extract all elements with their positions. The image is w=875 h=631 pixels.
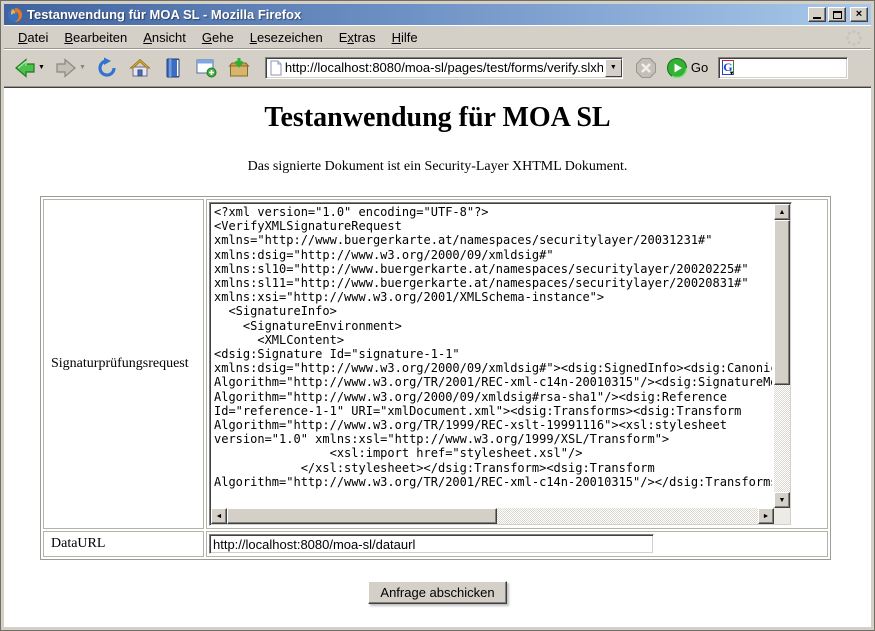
back-dropdown-icon[interactable]: ▼: [38, 64, 45, 71]
back-icon: [13, 56, 37, 80]
search-box: G ▼: [718, 57, 848, 79]
navigation-toolbar: ▼ ▼: [4, 49, 871, 87]
dataurl-label: DataURL: [43, 531, 204, 557]
search-engine-dropdown-icon: ▼: [729, 71, 735, 77]
bookmarks-icon: [161, 56, 185, 80]
scroll-down-icon[interactable]: ▼: [774, 492, 790, 508]
forward-button[interactable]: ▼: [51, 53, 89, 83]
menu-item-lesezeichen[interactable]: Lesezeichen: [242, 28, 331, 47]
firefox-icon: [7, 7, 23, 23]
scroll-left-icon[interactable]: ◄: [211, 508, 227, 524]
vertical-scrollbar[interactable]: ▲ ▼: [774, 204, 790, 508]
browser-window: Testanwendung für MOA SL - Mozilla Firef…: [0, 0, 875, 631]
menu-item-extras[interactable]: Extras: [331, 28, 384, 47]
go-button[interactable]: Go: [663, 54, 715, 82]
downloads-icon: [227, 56, 251, 80]
page-icon: [269, 60, 283, 76]
throbber-icon: [845, 29, 863, 47]
menu-bar: Datei Bearbeiten Ansicht Gehe Lesezeiche…: [4, 25, 871, 49]
back-button[interactable]: ▼: [10, 53, 48, 83]
menu-item-ansicht[interactable]: Ansicht: [135, 28, 194, 47]
hscroll-thumb[interactable]: [227, 508, 497, 524]
url-dropdown-icon[interactable]: ▼: [605, 59, 622, 77]
go-label: Go: [691, 60, 708, 75]
page-content: Testanwendung für MOA SL Das signierte D…: [4, 87, 871, 627]
horizontal-scrollbar[interactable]: ◄ ►: [211, 508, 774, 524]
minimize-button[interactable]: [808, 7, 826, 22]
scroll-right-icon[interactable]: ►: [758, 508, 774, 524]
home-button[interactable]: [125, 53, 155, 83]
reload-button[interactable]: [92, 53, 122, 83]
submit-button[interactable]: Anfrage abschicken: [368, 581, 506, 604]
url-bar: ▼: [265, 57, 623, 79]
form-table: Signaturprüfungsrequest <?xml version="1…: [40, 196, 831, 560]
forward-dropdown-icon[interactable]: ▼: [79, 64, 86, 71]
downloads-button[interactable]: [224, 53, 254, 83]
close-button[interactable]: ×: [850, 7, 868, 22]
request-textarea[interactable]: <?xml version="1.0" encoding="UTF-8"?> <…: [209, 202, 792, 526]
scrollbar-corner: [774, 508, 790, 524]
button-row: Anfrage abschicken: [4, 581, 871, 604]
bookmarks-button[interactable]: [158, 53, 188, 83]
stop-icon: [635, 57, 657, 79]
page-title: Testanwendung für MOA SL: [4, 102, 871, 134]
maximize-button[interactable]: [828, 7, 846, 22]
page-subtitle: Das signierte Dokument ist ein Security-…: [4, 159, 871, 175]
go-icon: [666, 57, 688, 79]
stop-button[interactable]: [632, 54, 660, 82]
reload-icon: [95, 56, 119, 80]
window-title: Testanwendung für MOA SL - Mozilla Firef…: [27, 7, 808, 22]
forward-icon: [54, 56, 78, 80]
dataurl-input[interactable]: [209, 534, 654, 554]
request-xml-text[interactable]: <?xml version="1.0" encoding="UTF-8"?> <…: [214, 205, 772, 506]
menu-item-datei[interactable]: Datei: [10, 28, 56, 47]
search-input[interactable]: [734, 60, 875, 76]
menu-item-hilfe[interactable]: Hilfe: [384, 28, 426, 47]
request-row: Signaturprüfungsrequest <?xml version="1…: [43, 199, 828, 529]
title-bar[interactable]: Testanwendung für MOA SL - Mozilla Firef…: [4, 4, 871, 25]
vscroll-thumb[interactable]: [774, 220, 790, 385]
dataurl-row: DataURL: [43, 531, 828, 557]
home-icon: [128, 56, 152, 80]
request-label: Signaturprüfungsrequest: [43, 199, 204, 529]
new-window-icon: [194, 56, 218, 80]
menu-item-gehe[interactable]: Gehe: [194, 28, 242, 47]
menu-item-bearbeiten[interactable]: Bearbeiten: [56, 28, 135, 47]
new-window-button[interactable]: [191, 53, 221, 83]
url-input[interactable]: [283, 60, 605, 76]
scroll-up-icon[interactable]: ▲: [774, 204, 790, 220]
search-engine-icon[interactable]: G ▼: [722, 60, 733, 75]
